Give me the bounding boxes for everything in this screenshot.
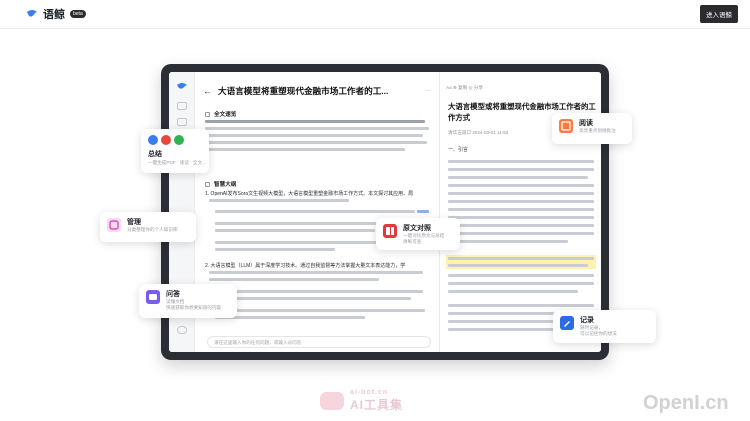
chat-bubble-icon <box>146 290 160 304</box>
beta-badge: beta <box>70 10 86 18</box>
green-app-icon <box>174 135 184 145</box>
qa-card[interactable]: 问答 读懂文档 快速获取你想要知道的内容 <box>139 284 237 318</box>
landing-page: 语鲸 beta 进入语鲸 ← 大语言模型将重塑现代金融市场工作者的工... ⋯ <box>0 0 750 421</box>
red-app-icon <box>161 135 171 145</box>
reader-toolbar[interactable]: Aa ⊕ 复制 ◎ 分享 <box>446 85 483 91</box>
outline-heading: 智慧大纲 <box>205 180 236 188</box>
reader-meta: 清华五道口 2024-03-01 11:53 <box>448 130 509 135</box>
text-line <box>448 224 594 227</box>
folder-icon[interactable] <box>177 118 187 126</box>
text-line <box>448 160 594 163</box>
book-icon <box>559 119 573 133</box>
watermark-ai-tools: ai-bot.cn AI工具集 <box>320 389 403 413</box>
back-arrow-icon[interactable]: ← <box>203 86 212 96</box>
outline-label: 智慧大纲 <box>214 182 237 188</box>
file-icon[interactable] <box>177 102 187 110</box>
summary-card[interactable]: 总结 一键生成PDF · 速读 · 全文... <box>141 129 209 173</box>
compare-card[interactable]: 原文对照 一键对比原文与总结 清晰可查 <box>376 218 460 250</box>
text-line <box>209 271 423 274</box>
text-line <box>205 141 427 144</box>
text-line <box>215 297 411 300</box>
text-line <box>448 216 594 219</box>
more-icon[interactable]: ⋯ <box>426 88 431 94</box>
text-line <box>448 290 578 293</box>
watermark-title: AI工具集 <box>350 398 404 412</box>
watermark-logo-icon <box>320 392 344 410</box>
manage-title: 管理 <box>127 219 141 226</box>
text-line <box>215 309 425 312</box>
question-input[interactable]: 请在这里输入你的任何问题，或输入@问答 <box>207 336 431 348</box>
outline-item[interactable]: 2. 大语言模型（LLM）属于深度学习技术。通过自我监督等方法掌握大量文本表达能… <box>205 262 431 269</box>
note-subtitle-2: 可以记住你的想法 <box>580 331 617 336</box>
text-line <box>448 232 594 235</box>
text-line <box>209 278 379 281</box>
header-divider <box>0 28 750 29</box>
text-line <box>209 199 349 202</box>
summary-icon-row <box>148 135 184 145</box>
text-line <box>215 229 375 232</box>
qa-title: 问答 <box>166 291 180 298</box>
summary-title: 总结 <box>148 151 162 158</box>
watermark-openl: OpenI.cn <box>643 392 729 414</box>
text-line <box>215 248 335 251</box>
text-line <box>448 240 568 243</box>
manage-card[interactable]: 管理 分类整理你的个人知识库 <box>100 212 196 242</box>
compare-title: 原文对照 <box>403 225 431 232</box>
text-line <box>215 290 423 293</box>
summary-subtitle: 一键生成PDF · 速读 · 全文... <box>148 160 206 165</box>
text-line <box>448 257 594 260</box>
qa-subtitle-2: 快速获取你想要知道的内容 <box>166 305 222 310</box>
text-line <box>205 134 423 137</box>
note-title: 记录 <box>580 317 594 324</box>
text-line <box>448 176 588 179</box>
avatar[interactable] <box>177 326 187 334</box>
manage-subtitle: 分类整理你的个人知识库 <box>127 227 178 232</box>
outline-icon <box>205 181 210 187</box>
text-line <box>448 274 594 277</box>
enter-app-button[interactable]: 进入语鲸 <box>700 5 738 23</box>
doc-title: 大语言模型将重塑现代金融市场工作者的工... <box>218 86 389 96</box>
text-line <box>448 264 588 267</box>
text-line <box>448 184 594 187</box>
brand-name: 语鲸 <box>43 9 65 21</box>
whale-logo-icon <box>27 10 37 17</box>
tag-icon <box>107 218 121 232</box>
text-line <box>205 148 405 151</box>
blue-app-icon <box>148 135 158 145</box>
text-line <box>448 328 558 331</box>
full-overview-label: 全文速览 <box>214 112 237 118</box>
text-line <box>205 120 425 123</box>
doc-title-row: ← 大语言模型将重塑现代金融市场工作者的工... ⋯ <box>203 84 431 98</box>
source-link[interactable] <box>417 210 429 213</box>
text-line <box>448 192 594 195</box>
text-line <box>448 304 594 307</box>
full-overview-heading: 全文速览 <box>205 110 236 118</box>
read-subtitle: 高亮重点划线批注 <box>579 128 616 133</box>
text-line <box>215 316 365 319</box>
text-line <box>448 208 594 211</box>
compare-subtitle-2: 清晰可查 <box>403 239 422 244</box>
outline-item[interactable]: 1. OpenAI发布Sora文生视频大模型，大语言模型重塑金融市场工作方式。本… <box>205 190 431 197</box>
read-card[interactable]: 阅读 高亮重点划线批注 <box>552 113 632 144</box>
watermark-domain: ai-bot.cn <box>350 389 389 396</box>
compare-doc-icon <box>383 224 397 238</box>
brand[interactable]: 语鲸 beta <box>26 6 86 22</box>
whale-logo-icon <box>177 83 187 89</box>
read-title: 阅读 <box>579 120 593 127</box>
reader-paragraph-head: 一、引言 <box>448 147 469 153</box>
top-bar: 语鲸 beta 进入语鲸 <box>0 0 750 28</box>
text-line <box>215 210 415 213</box>
text-line <box>448 282 594 285</box>
text-line <box>205 127 429 130</box>
text-line <box>448 168 594 171</box>
summary-icon <box>205 111 210 117</box>
note-card[interactable]: 记录 随时记录， 可以记住你的想法 <box>553 310 656 343</box>
text-line <box>448 200 594 203</box>
pencil-icon <box>560 316 574 330</box>
